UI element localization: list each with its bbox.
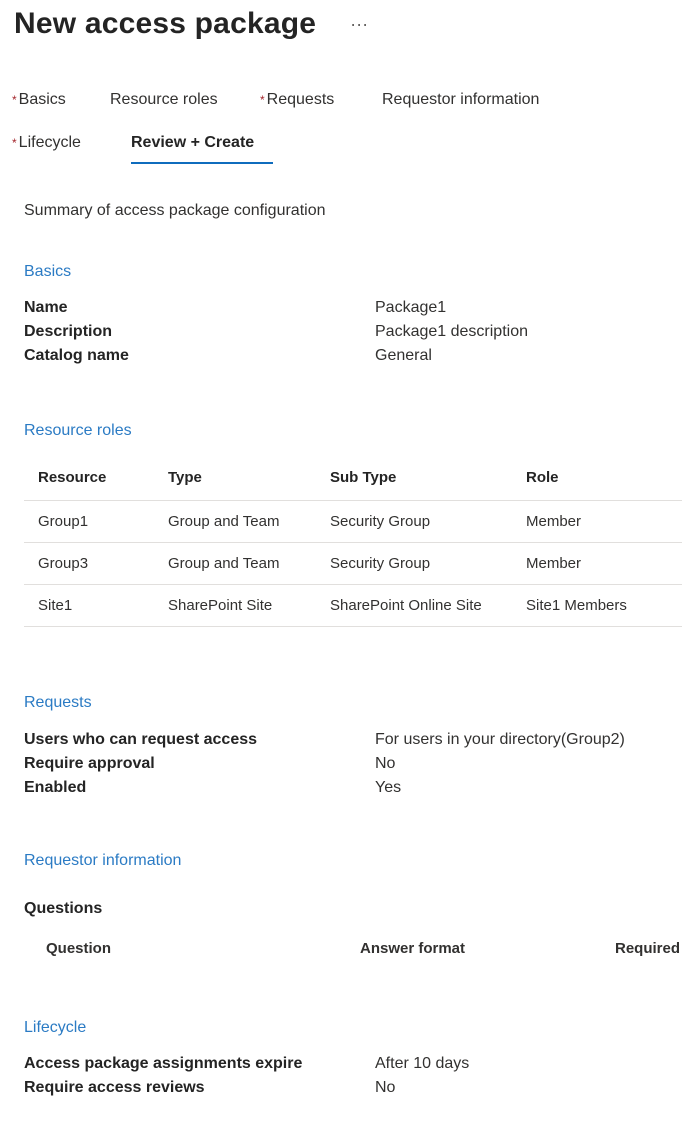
section-title-basics: Basics — [24, 263, 72, 280]
required-marker: * — [12, 136, 17, 150]
summary-heading: Summary of access package configuration — [24, 202, 326, 219]
cell-sub-type: Security Group — [330, 513, 431, 530]
basics-name-value: Package1 — [375, 299, 447, 316]
active-tab-indicator — [131, 162, 273, 164]
table-header-row: Resource Type Sub Type Role — [24, 458, 682, 501]
requests-approval-value: No — [375, 755, 396, 772]
tab-resource-roles[interactable]: Resource roles — [110, 90, 218, 110]
section-title-requestor-information: Requestor information — [24, 852, 182, 869]
cell-resource: Group1 — [38, 513, 89, 530]
more-options-icon[interactable]: ··· — [350, 4, 368, 44]
cell-type: Group and Team — [168, 513, 280, 530]
column-header-required: Required — [615, 940, 681, 957]
column-header-type: Type — [168, 469, 202, 486]
lifecycle-reviews-value: No — [375, 1079, 396, 1096]
required-marker: * — [12, 93, 17, 107]
tab-review-create[interactable]: Review + Create — [131, 133, 254, 153]
section-title-resource-roles: Resource roles — [24, 422, 132, 439]
table-row: Group3 Group and Team Security Group Mem… — [24, 543, 682, 585]
section-title-lifecycle: Lifecycle — [24, 1019, 87, 1036]
table-row: Site1 SharePoint Site SharePoint Online … — [24, 585, 682, 627]
column-header-question: Question — [46, 940, 112, 957]
cell-role: Member — [526, 513, 582, 530]
requests-approval-label: Require approval — [24, 755, 155, 772]
basics-catalog-value: General — [375, 347, 432, 364]
tab-requests[interactable]: * Requests — [260, 90, 334, 110]
lifecycle-expire-label: Access package assignments expire — [24, 1055, 303, 1072]
basics-catalog-label: Catalog name — [24, 347, 129, 364]
section-title-requests: Requests — [24, 694, 92, 711]
cell-resource: Group3 — [38, 555, 89, 572]
tab-requests-label: Requests — [266, 91, 335, 108]
requests-enabled-value: Yes — [375, 779, 402, 796]
tab-lifecycle[interactable]: * Lifecycle — [12, 133, 81, 153]
cell-sub-type: SharePoint Online Site — [330, 597, 482, 614]
tab-resource-roles-label: Resource roles — [110, 91, 218, 108]
column-header-answer-format: Answer format — [360, 940, 466, 957]
page-header: New access package ··· — [14, 4, 368, 44]
lifecycle-expire-value: After 10 days — [375, 1055, 470, 1072]
table-row: Group1 Group and Team Security Group Mem… — [24, 501, 682, 543]
questions-label: Questions — [24, 900, 103, 917]
tab-requestor-information-label: Requestor information — [382, 91, 540, 108]
tab-requestor-information[interactable]: Requestor information — [382, 90, 539, 110]
requests-enabled-label: Enabled — [24, 779, 87, 796]
tab-review-create-label: Review + Create — [131, 134, 255, 151]
cell-resource: Site1 — [38, 597, 73, 614]
tab-basics-label: Basics — [18, 91, 66, 108]
requests-who-label: Users who can request access — [24, 731, 258, 748]
cell-type: Group and Team — [168, 555, 280, 572]
cell-role: Member — [526, 555, 582, 572]
resource-roles-table: Resource Type Sub Type Role Group1 Group… — [24, 458, 682, 627]
basics-description-value: Package1 description — [375, 323, 528, 340]
tab-lifecycle-label: Lifecycle — [18, 134, 81, 151]
column-header-resource: Resource — [38, 469, 107, 486]
lifecycle-reviews-label: Require access reviews — [24, 1079, 205, 1096]
tab-basics[interactable]: * Basics — [12, 90, 66, 110]
column-header-sub-type: Sub Type — [330, 469, 397, 486]
cell-type: SharePoint Site — [168, 597, 273, 614]
page-title: New access package — [14, 7, 317, 40]
basics-description-label: Description — [24, 323, 113, 340]
column-header-role: Role — [526, 469, 559, 486]
cell-role: Site1 Members — [526, 597, 627, 614]
cell-sub-type: Security Group — [330, 555, 431, 572]
requests-who-value: For users in your directory(Group2) — [375, 731, 625, 748]
required-marker: * — [260, 93, 265, 107]
basics-name-label: Name — [24, 299, 68, 316]
